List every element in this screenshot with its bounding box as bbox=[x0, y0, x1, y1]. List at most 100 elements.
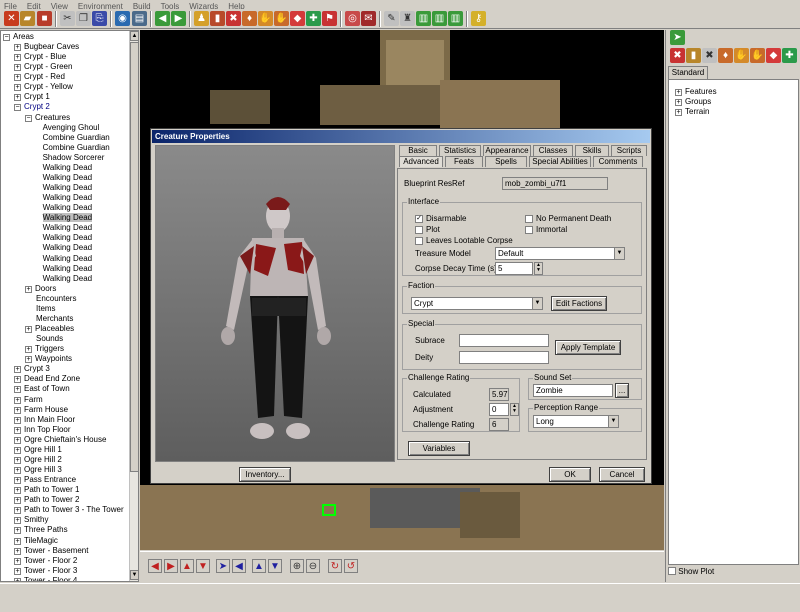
tree-creature-item[interactable]: Walking Dead bbox=[43, 203, 93, 213]
tree-area-item[interactable]: + East of Town bbox=[14, 384, 70, 394]
tree-creature-item[interactable]: Walking Dead bbox=[43, 223, 93, 233]
scroll-thumb[interactable] bbox=[130, 42, 138, 472]
palette-merchants-icon[interactable]: ✋ bbox=[734, 48, 749, 63]
rotate-left-icon[interactable]: ◀ bbox=[148, 559, 162, 573]
pan-left-icon[interactable]: ◀ bbox=[232, 559, 246, 573]
expand-icon[interactable]: + bbox=[14, 426, 21, 434]
tree-area-item[interactable]: + Inn Top Floor bbox=[14, 425, 71, 435]
tree-area-item[interactable]: + Crypt - Blue bbox=[14, 52, 66, 62]
expand-icon[interactable]: + bbox=[14, 54, 21, 62]
expand-icon[interactable]: + bbox=[14, 467, 21, 474]
chevron-down-icon[interactable]: ▼ bbox=[614, 248, 624, 259]
adjustment-field[interactable]: 0 bbox=[489, 403, 509, 416]
expand-icon[interactable]: + bbox=[14, 436, 21, 444]
tree-area-item[interactable]: + Path to Tower 2 bbox=[14, 495, 79, 505]
expand-icon[interactable]: + bbox=[25, 346, 32, 354]
merchant-icon[interactable]: ✋ bbox=[258, 11, 273, 26]
tree-area-child-item[interactable]: Encounters bbox=[36, 294, 76, 304]
expand-icon[interactable]: + bbox=[14, 406, 21, 414]
treasure-model-select[interactable]: Default ▼ bbox=[495, 247, 625, 260]
tree-creature-item[interactable]: Walking Dead bbox=[43, 233, 93, 243]
tree-area-item[interactable]: + Ogre Hill 2 bbox=[14, 455, 62, 465]
leaves-corpse-checkbox[interactable] bbox=[415, 237, 423, 245]
tab-feats[interactable]: Feats bbox=[445, 156, 483, 167]
expand-icon[interactable]: + bbox=[675, 99, 682, 106]
tilt-down-icon[interactable]: ▼ bbox=[196, 559, 210, 573]
expand-icon[interactable]: + bbox=[675, 89, 682, 96]
tree-creature-item[interactable]: Walking Dead bbox=[43, 254, 93, 264]
expand-icon[interactable]: + bbox=[14, 396, 21, 404]
tree-area-item[interactable]: + Smithy bbox=[14, 515, 48, 525]
inventory-button[interactable]: Inventory... bbox=[239, 467, 291, 482]
tree-area-item[interactable]: +Tower - Floor 4 bbox=[14, 576, 77, 581]
tree-creatures-folder[interactable]: − Creatures bbox=[25, 113, 70, 123]
tab-basic[interactable]: Basic bbox=[399, 145, 437, 156]
expand-icon[interactable]: + bbox=[14, 366, 21, 374]
tree-area-item[interactable]: + Ogre Hill 1 bbox=[14, 445, 62, 455]
tree-area-item[interactable]: + Dead End Zone bbox=[14, 374, 80, 384]
reset-camera-2-icon[interactable]: ↺ bbox=[344, 559, 358, 573]
placeable-icon[interactable]: ✋ bbox=[274, 11, 289, 26]
expand-icon[interactable]: + bbox=[14, 547, 21, 555]
tree-area-item[interactable]: + Ogre Hill 3 bbox=[14, 465, 62, 475]
tree-area-item[interactable]: + Crypt - Green bbox=[14, 62, 72, 72]
tree-area-item[interactable]: + Farm bbox=[14, 395, 43, 405]
tab-special-abilities[interactable]: Special Abilities bbox=[529, 156, 591, 167]
perception-range-select[interactable]: Long ▼ bbox=[533, 415, 619, 428]
tree-creature-item[interactable]: Walking Dead bbox=[43, 173, 93, 183]
tab-skills[interactable]: Skills bbox=[575, 145, 609, 156]
expand-icon[interactable]: + bbox=[14, 577, 21, 581]
disarmable-checkbox[interactable]: ✓ bbox=[415, 215, 423, 223]
ok-button[interactable]: OK bbox=[549, 467, 591, 482]
save-icon[interactable]: ■ bbox=[37, 11, 52, 26]
apply-template-button[interactable]: Apply Template bbox=[555, 340, 621, 355]
tree-area-item[interactable]: + Three Paths bbox=[14, 525, 68, 535]
expand-icon[interactable]: + bbox=[14, 487, 21, 495]
tree-creature-item[interactable]: Walking Dead bbox=[42, 213, 93, 223]
palette-sounds-icon[interactable]: ◆ bbox=[766, 48, 781, 63]
expand-icon[interactable]: + bbox=[14, 507, 21, 515]
palette-tree[interactable]: + Features + Groups + Terrain bbox=[668, 79, 799, 565]
tileset-icon[interactable]: ♜ bbox=[400, 11, 415, 26]
palette-encounters-icon[interactable]: ✖ bbox=[702, 48, 717, 63]
spinner-icon[interactable]: ▲ ▼ bbox=[510, 403, 519, 416]
tree-area-child-item[interactable]: Items bbox=[36, 304, 56, 314]
palette-tree-item[interactable]: + Terrain bbox=[675, 107, 709, 117]
tree-area-item[interactable]: + Crypt - Red bbox=[14, 72, 65, 82]
tree-area-child-item[interactable]: + Doors bbox=[25, 284, 56, 294]
collapse-icon[interactable]: − bbox=[14, 104, 21, 112]
tab-comments[interactable]: Comments bbox=[593, 156, 643, 167]
pan-up-icon[interactable]: ▲ bbox=[252, 559, 266, 573]
tree-area-item[interactable]: + Ogre Chieftain's House bbox=[14, 435, 106, 445]
spinner-icon[interactable]: ▲ ▼ bbox=[534, 262, 543, 275]
expand-icon[interactable]: + bbox=[14, 527, 21, 535]
tree-area-child-item[interactable]: Sounds bbox=[36, 334, 63, 344]
sound-set-browse-button[interactable]: ... bbox=[615, 383, 629, 398]
key-icon[interactable]: ⚷ bbox=[471, 11, 486, 26]
tree-area-item[interactable]: + Crypt 1 bbox=[14, 92, 50, 102]
tree-area-item[interactable]: + TileMagic bbox=[14, 536, 58, 546]
sound-icon[interactable]: ◆ bbox=[290, 11, 305, 26]
expand-icon[interactable]: + bbox=[14, 497, 21, 505]
show-plot-toggle[interactable]: Show Plot bbox=[668, 567, 714, 577]
tab-standard[interactable]: Standard bbox=[668, 66, 708, 79]
tree-area-item[interactable]: + Crypt 3 bbox=[14, 364, 50, 374]
tree-area-child-item[interactable]: + Placeables bbox=[25, 324, 74, 334]
show-plot-checkbox[interactable] bbox=[668, 567, 676, 575]
tilt-up-icon[interactable]: ▲ bbox=[180, 559, 194, 573]
tree-area-child-item[interactable]: + Triggers bbox=[25, 344, 64, 354]
selected-tile-marker[interactable] bbox=[322, 504, 336, 516]
tree-scrollbar[interactable]: ▲ ▼ bbox=[129, 31, 138, 581]
expand-icon[interactable]: + bbox=[25, 285, 32, 293]
new-icon[interactable]: ✕ bbox=[4, 11, 19, 26]
palette-toggle-icon[interactable]: ➤ bbox=[670, 30, 685, 45]
creature-preview[interactable] bbox=[155, 145, 395, 462]
sound-set-field[interactable]: Zombie bbox=[533, 384, 613, 397]
palette-2-icon[interactable]: ▥ bbox=[432, 11, 447, 26]
conversation-icon[interactable]: ◎ bbox=[345, 11, 360, 26]
tree-root-areas[interactable]: − Areas bbox=[3, 32, 34, 42]
tree-area-item[interactable]: + Path to Tower 1 bbox=[14, 485, 79, 495]
tree-area-item[interactable]: + Tower - Floor 2 bbox=[14, 556, 77, 566]
expand-icon[interactable]: + bbox=[14, 386, 21, 394]
chevron-down-icon[interactable]: ▼ bbox=[532, 298, 542, 309]
